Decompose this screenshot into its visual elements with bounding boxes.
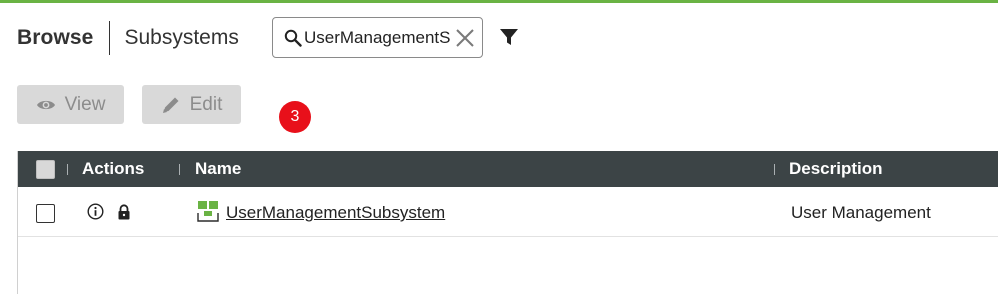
subsystem-name-link[interactable]: UserManagementSubsystem	[226, 203, 445, 223]
view-button[interactable]: View	[17, 85, 124, 124]
column-resize-handle[interactable]	[774, 164, 775, 175]
top-accent-bar	[0, 0, 998, 3]
column-resize-handle[interactable]	[67, 164, 68, 175]
column-resize-handle[interactable]	[179, 164, 180, 175]
pencil-icon	[162, 97, 179, 113]
results-table: Actions Name Description UserManagementS…	[17, 151, 998, 294]
column-header-name[interactable]: Name	[195, 151, 241, 187]
row-checkbox[interactable]	[36, 204, 55, 223]
table-header: Actions Name Description	[18, 151, 998, 187]
page-header: Browse Subsystems	[17, 18, 239, 58]
count-badge: 3	[279, 101, 311, 133]
filter-icon[interactable]	[498, 26, 520, 48]
header-divider	[109, 21, 111, 55]
close-icon[interactable]	[454, 27, 476, 49]
column-header-description[interactable]: Description	[789, 151, 883, 187]
eye-icon	[36, 100, 55, 109]
search-box[interactable]	[272, 17, 483, 58]
page-subtitle: Subsystems	[124, 26, 239, 49]
page-title: Browse	[17, 26, 94, 49]
edit-button[interactable]: Edit	[142, 85, 241, 124]
table-row[interactable]: UserManagementSubsystem User Management	[18, 187, 998, 237]
select-all-checkbox[interactable]	[36, 160, 55, 179]
edit-button-label: Edit	[189, 93, 223, 115]
app-grid-icon	[197, 201, 219, 222]
view-button-label: View	[64, 93, 106, 115]
lock-icon	[118, 204, 130, 220]
info-icon[interactable]	[87, 203, 104, 220]
search-icon	[284, 29, 302, 47]
subsystem-description: User Management	[791, 203, 931, 222]
search-input[interactable]	[304, 27, 450, 48]
column-header-actions: Actions	[82, 159, 145, 178]
